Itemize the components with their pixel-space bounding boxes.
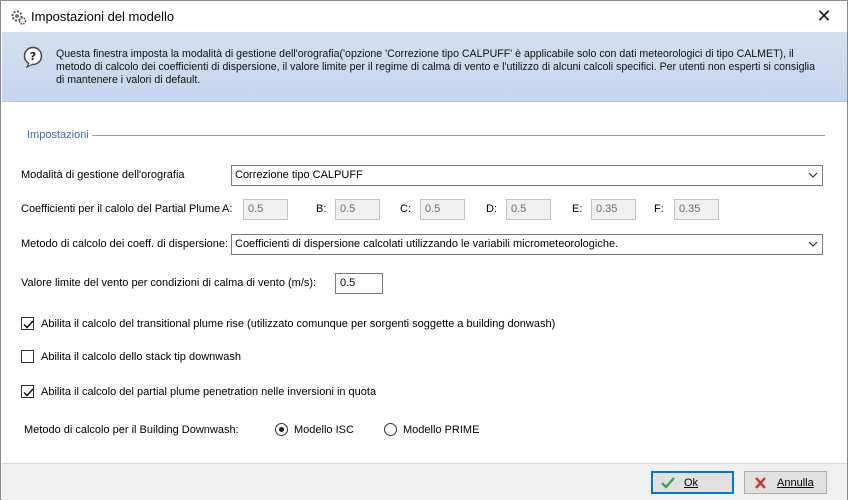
- dispersion-value: Coefficienti di dispersione calcolati ut…: [235, 238, 619, 250]
- group-divider: [92, 135, 825, 136]
- partial-plume-label: Coefficienti per il calolo del Partial P…: [21, 203, 221, 215]
- coef-d-label: D:: [486, 203, 497, 215]
- coef-f-input[interactable]: 0.35: [674, 199, 719, 220]
- gear-settings-icon: [11, 10, 27, 25]
- svg-text:?: ?: [30, 50, 36, 63]
- coef-a-input[interactable]: 0.5: [243, 199, 288, 220]
- coef-e-input[interactable]: 0.35: [591, 199, 636, 220]
- orography-value: Correzione tipo CALPUFF: [235, 169, 363, 181]
- coef-b-input[interactable]: 0.5: [335, 199, 380, 220]
- ok-button[interactable]: Ok: [651, 471, 734, 494]
- coef-a-label: A:: [222, 203, 233, 215]
- settings-dialog: Impostazioni del modello ✕ ? Questa fine…: [0, 0, 848, 500]
- radio-selected-dot: [279, 427, 284, 432]
- coef-b-label: B:: [316, 203, 327, 215]
- info-banner: ? Questa finestra imposta la modalità di…: [2, 32, 847, 102]
- info-text: Questa finestra imposta la modalità di g…: [56, 48, 816, 86]
- radio-prime[interactable]: [384, 423, 397, 436]
- check-icon: [661, 477, 675, 489]
- coef-f-label: F:: [654, 203, 664, 215]
- downwash-label: Metodo di calcolo per il Building Downwa…: [24, 424, 239, 436]
- orography-select[interactable]: Correzione tipo CALPUFF: [231, 165, 823, 186]
- info-question-icon: ?: [23, 46, 43, 68]
- coef-d-input[interactable]: 0.5: [506, 199, 551, 220]
- orography-label: Modalità di gestione dell'orografia: [21, 169, 185, 181]
- radio-isc-label[interactable]: Modello ISC: [294, 424, 354, 436]
- settings-content: Impostazioni Modalità di gestione dell'o…: [2, 103, 847, 463]
- stack-tip-checkbox[interactable]: [21, 350, 34, 363]
- stack-tip-label[interactable]: Abilita il calcolo dello stack tip downw…: [41, 351, 241, 363]
- cancel-label: Annulla: [777, 477, 814, 489]
- dispersion-label: Metodo di calcolo dei coeff. di dispersi…: [21, 238, 229, 250]
- group-legend: Impostazioni: [27, 129, 89, 141]
- title-bar: Impostazioni del modello ✕: [1, 1, 847, 32]
- chevron-down-icon: [808, 241, 818, 247]
- radio-isc[interactable]: [275, 423, 288, 436]
- cancel-x-icon: [755, 477, 766, 489]
- dialog-footer: Ok Annulla: [2, 463, 847, 500]
- chevron-down-icon: [808, 172, 818, 178]
- transitional-plume-label[interactable]: Abilita il calcolo del transitional plum…: [41, 318, 555, 330]
- coef-c-input[interactable]: 0.5: [420, 199, 465, 220]
- radio-prime-label[interactable]: Modello PRIME: [403, 424, 479, 436]
- transitional-plume-checkbox[interactable]: [21, 317, 34, 330]
- checkmark-icon: [23, 388, 34, 397]
- partial-plume-checkbox[interactable]: [21, 385, 34, 398]
- window-title: Impostazioni del modello: [31, 9, 175, 24]
- ok-label: Ok: [684, 477, 699, 489]
- coef-e-label: E:: [572, 203, 583, 215]
- coef-c-label: C:: [400, 203, 411, 215]
- dispersion-select[interactable]: Coefficienti di dispersione calcolati ut…: [231, 234, 823, 255]
- checkmark-icon: [23, 320, 34, 329]
- wind-limit-input[interactable]: 0.5: [335, 273, 383, 294]
- partial-plume-penetration-label[interactable]: Abilita il calcolo del partial plume pen…: [41, 386, 376, 398]
- wind-limit-label: Valore limite del vento per condizioni d…: [21, 277, 317, 289]
- close-button[interactable]: ✕: [801, 1, 847, 31]
- cancel-button[interactable]: Annulla: [744, 471, 827, 494]
